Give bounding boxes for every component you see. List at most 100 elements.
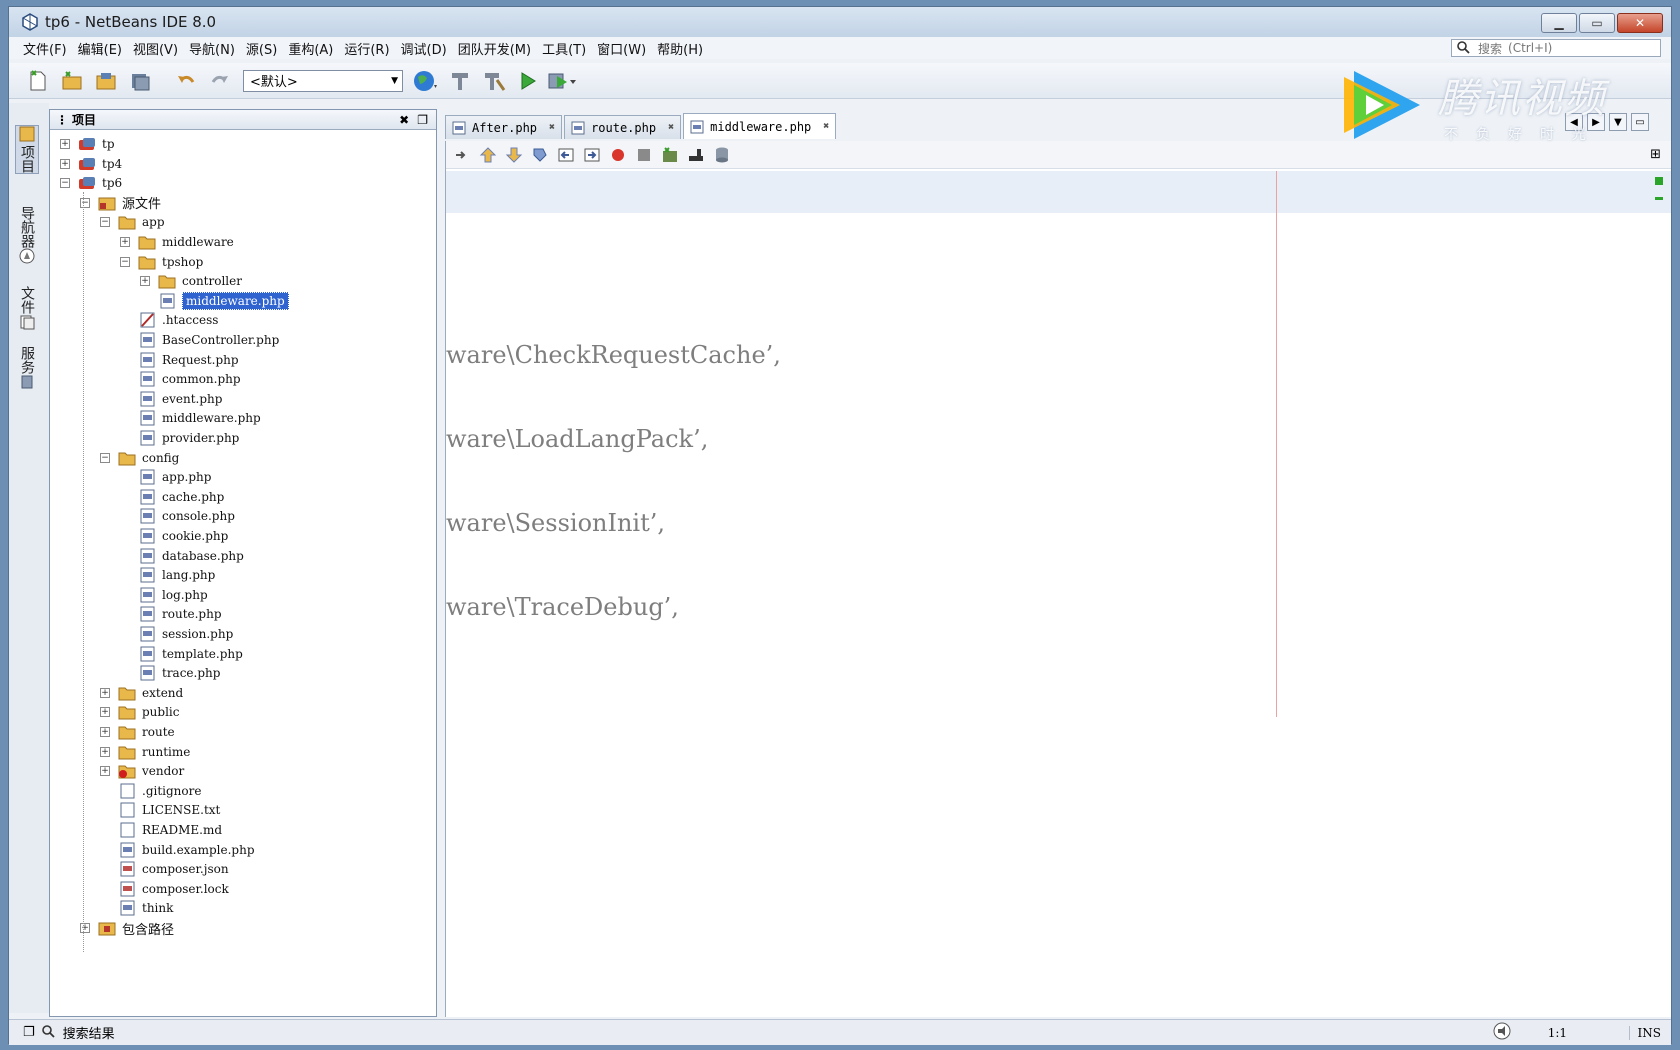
menu-debug[interactable]: 调试(D) (401, 39, 447, 58)
collapse-icon[interactable]: − (100, 217, 110, 228)
tree-node[interactable]: + middleware (120, 232, 234, 252)
expand-icon[interactable]: + (100, 746, 110, 757)
minimize-panel-icon[interactable]: ❐ (417, 113, 428, 127)
menu-source[interactable]: 源(S) (246, 39, 277, 58)
tree-node[interactable]: + runtime (100, 742, 190, 762)
expand-icon[interactable]: + (100, 766, 110, 777)
menu-tools[interactable]: 工具(T) (542, 39, 586, 58)
notification-icon[interactable] (1493, 1022, 1511, 1044)
new-file-button[interactable] (23, 67, 53, 95)
tab-navigator-side[interactable]: 导航器 (15, 203, 39, 264)
close-tab-icon[interactable]: ✖ (549, 122, 555, 133)
find-previous-icon[interactable] (478, 145, 498, 165)
expand-icon[interactable]: + (60, 139, 70, 149)
tree-node[interactable]: − tpshop (120, 252, 203, 272)
database-icon[interactable] (712, 145, 732, 165)
tree-node[interactable]: − config (100, 448, 179, 468)
expand-icon[interactable]: + (140, 276, 150, 287)
expand-icon[interactable]: + (100, 727, 110, 737)
tree-node[interactable]: .gitignore (118, 781, 201, 801)
tree-node[interactable]: middleware.php (138, 408, 261, 428)
menu-edit[interactable]: 编辑(E) (78, 39, 122, 58)
tree-node[interactable]: + tp (60, 134, 115, 154)
menu-run[interactable]: 运行(R) (344, 39, 389, 58)
split-editor-icon[interactable]: ⊞ (1650, 147, 1661, 162)
debug-icon[interactable] (547, 67, 577, 95)
tree-node[interactable]: app.php (138, 467, 211, 487)
tree-node[interactable]: composer.json (118, 859, 229, 879)
build-hammer-icon[interactable] (445, 67, 475, 95)
tree-node[interactable]: + vendor (100, 761, 184, 781)
tab-route-php[interactable]: route.php ✖ (564, 115, 682, 139)
tree-node[interactable]: − tp6 (60, 173, 122, 193)
tree-node[interactable]: provider.php (138, 428, 239, 448)
record-macro-icon[interactable] (608, 145, 628, 165)
tree-node[interactable]: + public (100, 702, 180, 722)
collapse-icon[interactable]: − (60, 178, 70, 189)
configuration-select[interactable]: <默认> ▼ (243, 69, 403, 92)
close-panel-icon[interactable]: ✖ (399, 113, 409, 127)
collapse-icon[interactable]: − (100, 452, 110, 463)
menu-refactor[interactable]: 重构(A) (288, 39, 333, 58)
minimize-button[interactable]: ▁ (1541, 13, 1577, 33)
tree-node[interactable]: + controller (140, 271, 242, 291)
run-icon[interactable] (513, 67, 543, 95)
menu-view[interactable]: 视图(V) (133, 39, 178, 58)
undo-icon[interactable] (171, 67, 201, 95)
expand-icon[interactable]: + (100, 687, 110, 698)
search-input[interactable]: 搜索 (Ctrl+I) (1451, 39, 1661, 57)
globe-icon[interactable] (411, 67, 441, 95)
tree-node[interactable]: cookie.php (138, 526, 228, 546)
stop-macro-icon[interactable] (634, 145, 654, 165)
tree-node[interactable]: trace.php (138, 663, 220, 683)
tree-node[interactable]: BaseController.php (138, 330, 279, 350)
new-project-button[interactable] (57, 67, 87, 95)
tree-node[interactable]: template.php (138, 644, 243, 664)
tree-node[interactable]: README.md (118, 820, 222, 840)
shift-right-icon[interactable] (582, 145, 602, 165)
menu-window[interactable]: 窗口(W) (597, 39, 646, 58)
tree-node[interactable]: database.php (138, 546, 244, 566)
open-project-button[interactable] (91, 67, 121, 95)
find-next-icon[interactable] (504, 145, 524, 165)
tree-node[interactable]: middleware.php (158, 291, 289, 311)
tab-after-php[interactable]: After.php ✖ (445, 115, 563, 139)
menu-file[interactable]: 文件(F) (23, 39, 67, 58)
toggle-highlight-icon[interactable] (530, 145, 550, 165)
collapse-icon[interactable]: − (120, 256, 130, 267)
close-button[interactable]: ✕ (1617, 13, 1663, 33)
code-editor[interactable]: ⊞ ware\CheckRequestCache’, ware\LoadLang… (445, 141, 1671, 1017)
tab-files-side[interactable]: 文件 (15, 283, 39, 330)
close-tab-icon[interactable]: ✖ (823, 121, 829, 132)
close-tab-icon[interactable]: ✖ (668, 122, 674, 133)
tree-node[interactable]: + 包含路径 (80, 918, 174, 938)
tree-node[interactable]: + route (100, 722, 175, 742)
tree-node[interactable]: + tp4 (60, 154, 122, 174)
tree-node[interactable]: LICENSE.txt (118, 800, 220, 820)
maximize-button[interactable]: ▭ (1579, 13, 1615, 33)
redo-icon[interactable] (205, 67, 235, 95)
menu-navigate[interactable]: 导航(N) (189, 39, 235, 58)
tree-node[interactable]: Request.php (138, 350, 239, 370)
tree-node[interactable]: + extend (100, 683, 183, 703)
tree-node[interactable]: event.php (138, 389, 222, 409)
tree-node[interactable]: route.php (138, 604, 222, 624)
expand-icon[interactable]: + (60, 158, 70, 169)
last-edit-icon[interactable] (452, 145, 472, 165)
tree-node[interactable]: − 源文件 (80, 193, 161, 213)
tree-node[interactable]: build.example.php (118, 840, 255, 860)
search-results-tab[interactable]: ❐ 搜索结果 (23, 1023, 115, 1042)
tree-node[interactable]: composer.lock (118, 879, 229, 899)
tab-services-side[interactable]: 服务 (15, 343, 39, 390)
tree-node[interactable]: .htaccess (138, 310, 218, 330)
tree-node[interactable]: lang.php (138, 565, 215, 585)
collapse-icon[interactable]: − (80, 197, 90, 208)
shift-left-icon[interactable] (556, 145, 576, 165)
expand-icon[interactable]: + (120, 237, 130, 247)
save-all-button[interactable] (125, 67, 155, 95)
menu-team[interactable]: 团队开发(M) (458, 39, 531, 58)
tree-node[interactable]: session.php (138, 624, 233, 644)
comment-icon[interactable] (660, 145, 680, 165)
clean-build-icon[interactable] (479, 67, 509, 95)
tree-node[interactable]: log.php (138, 585, 208, 605)
